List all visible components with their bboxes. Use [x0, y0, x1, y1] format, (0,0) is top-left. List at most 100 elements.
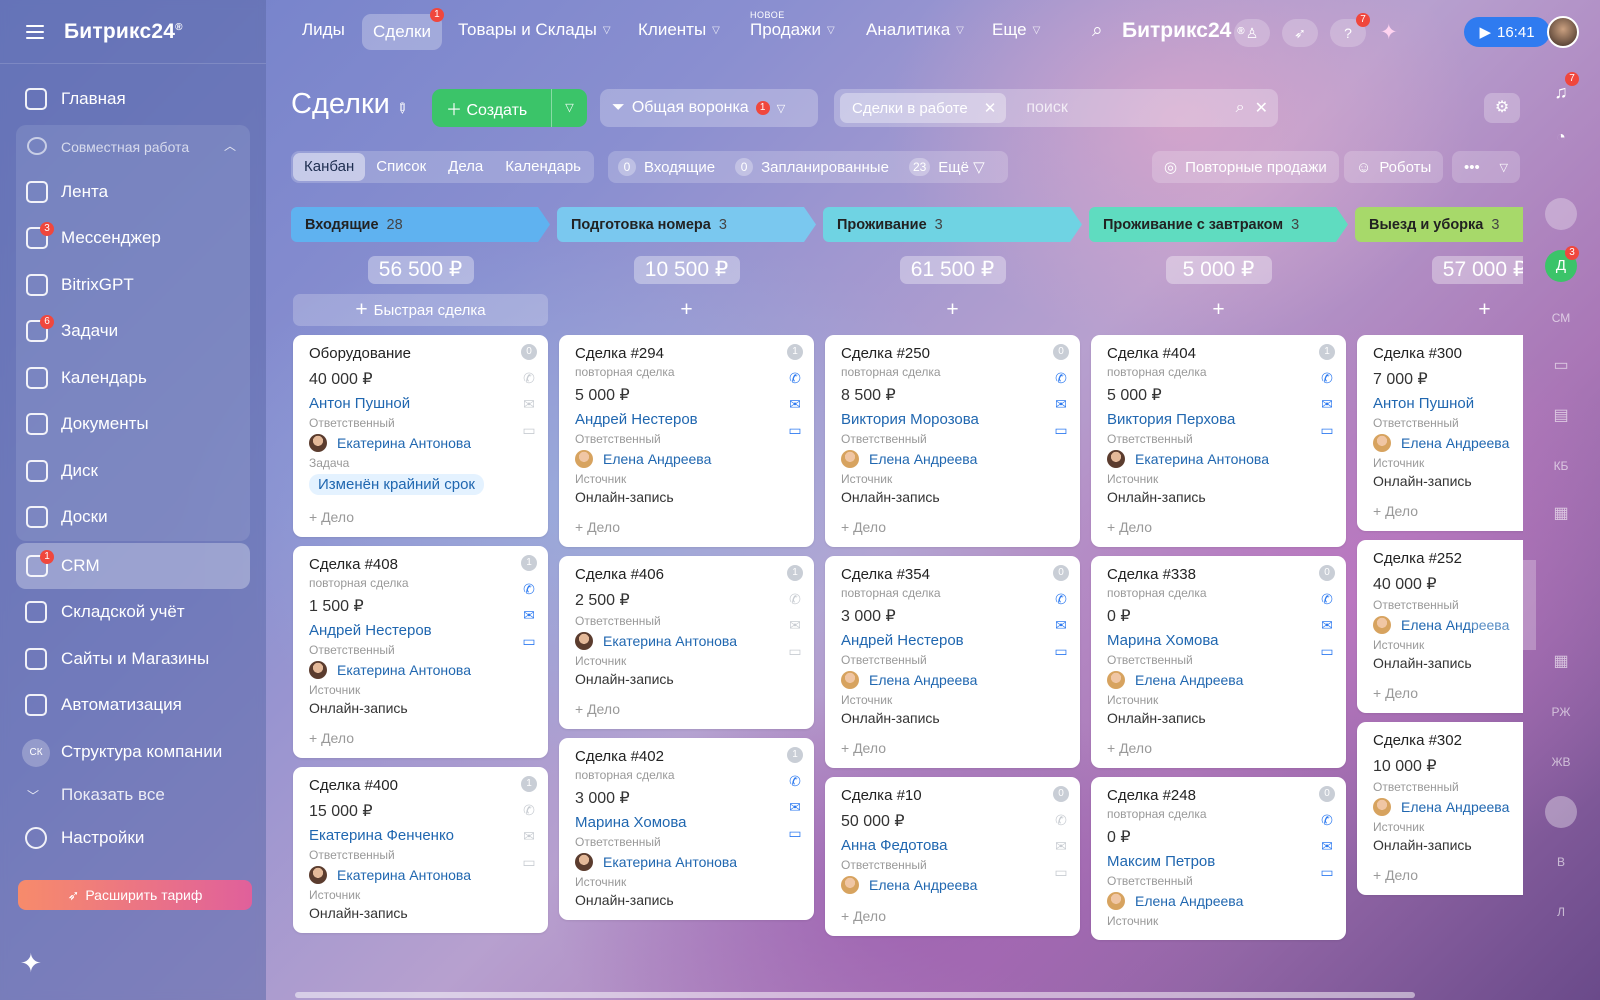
deal-card[interactable]: Сделка #402 повторная сделка 3 000 ₽ Марина…: [559, 738, 814, 920]
add-activity-link[interactable]: + Дело: [1373, 685, 1523, 701]
chat-icon[interactable]: ▭: [520, 632, 538, 650]
deal-card[interactable]: Сделка #250 повторная сделка 8 500 ₽ Виктор…: [825, 335, 1080, 547]
sidebar-item-feed[interactable]: Лента: [16, 169, 250, 216]
bell-icon[interactable]: ♫ 7: [1545, 72, 1579, 108]
deal-card[interactable]: Сделка #300 7 000 ₽ Антон Пушной Ответствен…: [1357, 335, 1523, 531]
responsible[interactable]: Екатерина Антонова: [1107, 450, 1330, 468]
upgrade-button[interactable]: ➶ Расширить тариф: [18, 880, 252, 910]
responsible[interactable]: Екатерина Антонова: [575, 853, 798, 871]
chat-icon[interactable]: ▭: [1052, 642, 1070, 660]
add-activity-link[interactable]: + Дело: [1373, 867, 1523, 883]
sidebar-item-cart[interactable]: Сайты и Магазины: [0, 636, 266, 683]
deal-title[interactable]: Оборудование: [309, 345, 532, 363]
mail-icon[interactable]: ✉: [520, 395, 538, 413]
contact-sm[interactable]: СМ: [1545, 302, 1577, 334]
responsible[interactable]: Елена Андреева: [1107, 671, 1330, 689]
task-tag[interactable]: Изменён крайний срок: [309, 474, 484, 495]
sidebar-item-gpt[interactable]: BitrixGPT: [16, 262, 250, 309]
phone-icon[interactable]: ✆: [1318, 811, 1336, 829]
tab-calendar[interactable]: Календарь: [494, 153, 592, 181]
responsible[interactable]: Елена Андреева: [841, 450, 1064, 468]
search-input[interactable]: [1006, 99, 1236, 117]
add-activity-link[interactable]: + Дело: [1373, 503, 1523, 519]
deal-card[interactable]: Сделка #354 повторная сделка 3 000 ₽ Андрей…: [825, 556, 1080, 768]
funnel-selector[interactable]: ⏷ Общая воронка 1 ▽: [600, 89, 818, 127]
responsible[interactable]: Елена Андреева: [1373, 434, 1523, 452]
deal-client[interactable]: Антон Пушной: [1373, 395, 1523, 412]
mail-icon[interactable]: ✉: [786, 798, 804, 816]
phone-icon[interactable]: ✆: [1052, 369, 1070, 387]
phone-icon[interactable]: ✆: [1318, 590, 1336, 608]
horizontal-scrollbar[interactable]: [295, 992, 1415, 998]
sidebar-item-warehouse[interactable]: Складской учёт: [0, 589, 266, 636]
add-activity-link[interactable]: + Дело: [841, 740, 1064, 756]
add-activity-link[interactable]: + Дело: [309, 730, 532, 746]
mail-icon[interactable]: ✉: [1052, 616, 1070, 634]
chat-icon[interactable]: ▭: [520, 853, 538, 871]
clear-icon[interactable]: ✕: [1255, 98, 1268, 118]
sidebar-item-tasks[interactable]: 6 Задачи: [16, 308, 250, 355]
mail-icon[interactable]: ✉: [1052, 837, 1070, 855]
column-header[interactable]: Проживание 3: [823, 207, 1082, 242]
deal-client[interactable]: Андрей Нестеров: [841, 632, 1064, 649]
phone-icon[interactable]: ✆: [786, 369, 804, 387]
deal-title[interactable]: Сделка #354: [841, 566, 1064, 584]
deal-client[interactable]: Максим Петров: [1107, 853, 1330, 870]
deal-title[interactable]: Сделка #400: [309, 777, 532, 795]
responsible[interactable]: Елена Андреева: [841, 671, 1064, 689]
sidebar-item-boards[interactable]: Доски: [16, 494, 250, 541]
tab-more[interactable]: Еще ▽: [992, 20, 1040, 40]
responsible[interactable]: Елена Андреева: [1107, 892, 1330, 910]
add-activity-link[interactable]: + Дело: [575, 701, 798, 717]
deal-title[interactable]: Сделка #406: [575, 566, 798, 584]
sidebar-item-structure[interactable]: СК Структура компании: [0, 729, 266, 776]
add-activity-link[interactable]: + Дело: [309, 509, 532, 525]
deal-client[interactable]: Андрей Нестеров: [309, 622, 532, 639]
chevron-down-icon[interactable]: ▽: [551, 89, 587, 127]
phone-icon[interactable]: ✆: [786, 772, 804, 790]
search-icon[interactable]: ⌕: [1092, 20, 1103, 42]
more-actions-button[interactable]: ••• ▽: [1452, 151, 1520, 183]
contact-avatar-2[interactable]: [1545, 796, 1577, 828]
add-deal-button[interactable]: +: [1357, 294, 1523, 326]
sidebar-item-documents[interactable]: Документы: [16, 401, 250, 448]
deal-card[interactable]: Сделка #248 повторная сделка 0 ₽ Максим Пет…: [1091, 777, 1346, 940]
calendar-icon[interactable]: ▦: [1545, 498, 1577, 530]
phone-icon[interactable]: ✆: [1052, 590, 1070, 608]
deal-card[interactable]: Сделка #294 повторная сделка 5 000 ₽ Андрей…: [559, 335, 814, 547]
chat-icon[interactable]: ▭: [786, 421, 804, 439]
deal-title[interactable]: Сделка #338: [1107, 566, 1330, 584]
tab-clients[interactable]: Клиенты ▽: [638, 20, 720, 40]
chat-icon[interactable]: ▭: [1318, 421, 1336, 439]
chat-icon[interactable]: ▭: [1318, 863, 1336, 881]
phone-icon[interactable]: ✆: [1318, 369, 1336, 387]
ai-sparkle-icon[interactable]: ✦: [1380, 20, 1398, 45]
deal-title[interactable]: Сделка #404: [1107, 345, 1330, 363]
tab-deals[interactable]: Сделки 1: [362, 8, 444, 50]
phone-icon[interactable]: ✆: [1052, 811, 1070, 829]
chat-icon[interactable]: ▭: [786, 642, 804, 660]
user-avatar[interactable]: [1547, 16, 1579, 48]
deal-title[interactable]: Сделка #248: [1107, 787, 1330, 805]
column-header[interactable]: Проживание с завтраком 3: [1089, 207, 1348, 242]
responsible[interactable]: Екатерина Антонова: [309, 434, 532, 452]
create-button[interactable]: ＋ Создать ▽: [432, 89, 587, 127]
deal-card[interactable]: Сделка #408 повторная сделка 1 500 ₽ Андрей…: [293, 546, 548, 758]
deal-card[interactable]: Сделка #338 повторная сделка 0 ₽ Марина Хом…: [1091, 556, 1346, 768]
add-deal-button[interactable]: +: [1091, 294, 1346, 326]
sidebar-show-all[interactable]: ﹀ Показать все: [0, 775, 266, 815]
column-header[interactable]: Входящие 28: [291, 207, 550, 242]
help-icon[interactable]: ? 7: [1330, 13, 1370, 47]
menu-icon[interactable]: [26, 24, 44, 39]
chat-icon[interactable]: ▭: [1052, 863, 1070, 881]
deal-client[interactable]: Анна Федотова: [841, 837, 1064, 854]
responsible[interactable]: Екатерина Антонова: [575, 632, 798, 650]
mail-icon[interactable]: ✉: [786, 616, 804, 634]
deal-title[interactable]: Сделка #10: [841, 787, 1064, 805]
sidebar-item-robot[interactable]: Автоматизация: [0, 682, 266, 729]
filter-chip[interactable]: Сделки в работе ✕: [840, 93, 1007, 123]
add-deal-button[interactable]: +: [825, 294, 1080, 326]
deal-card[interactable]: Сделка #404 повторная сделка 5 000 ₽ Виктор…: [1091, 335, 1346, 547]
add-activity-link[interactable]: + Дело: [1107, 740, 1330, 756]
deal-title[interactable]: Сделка #302: [1373, 732, 1523, 750]
